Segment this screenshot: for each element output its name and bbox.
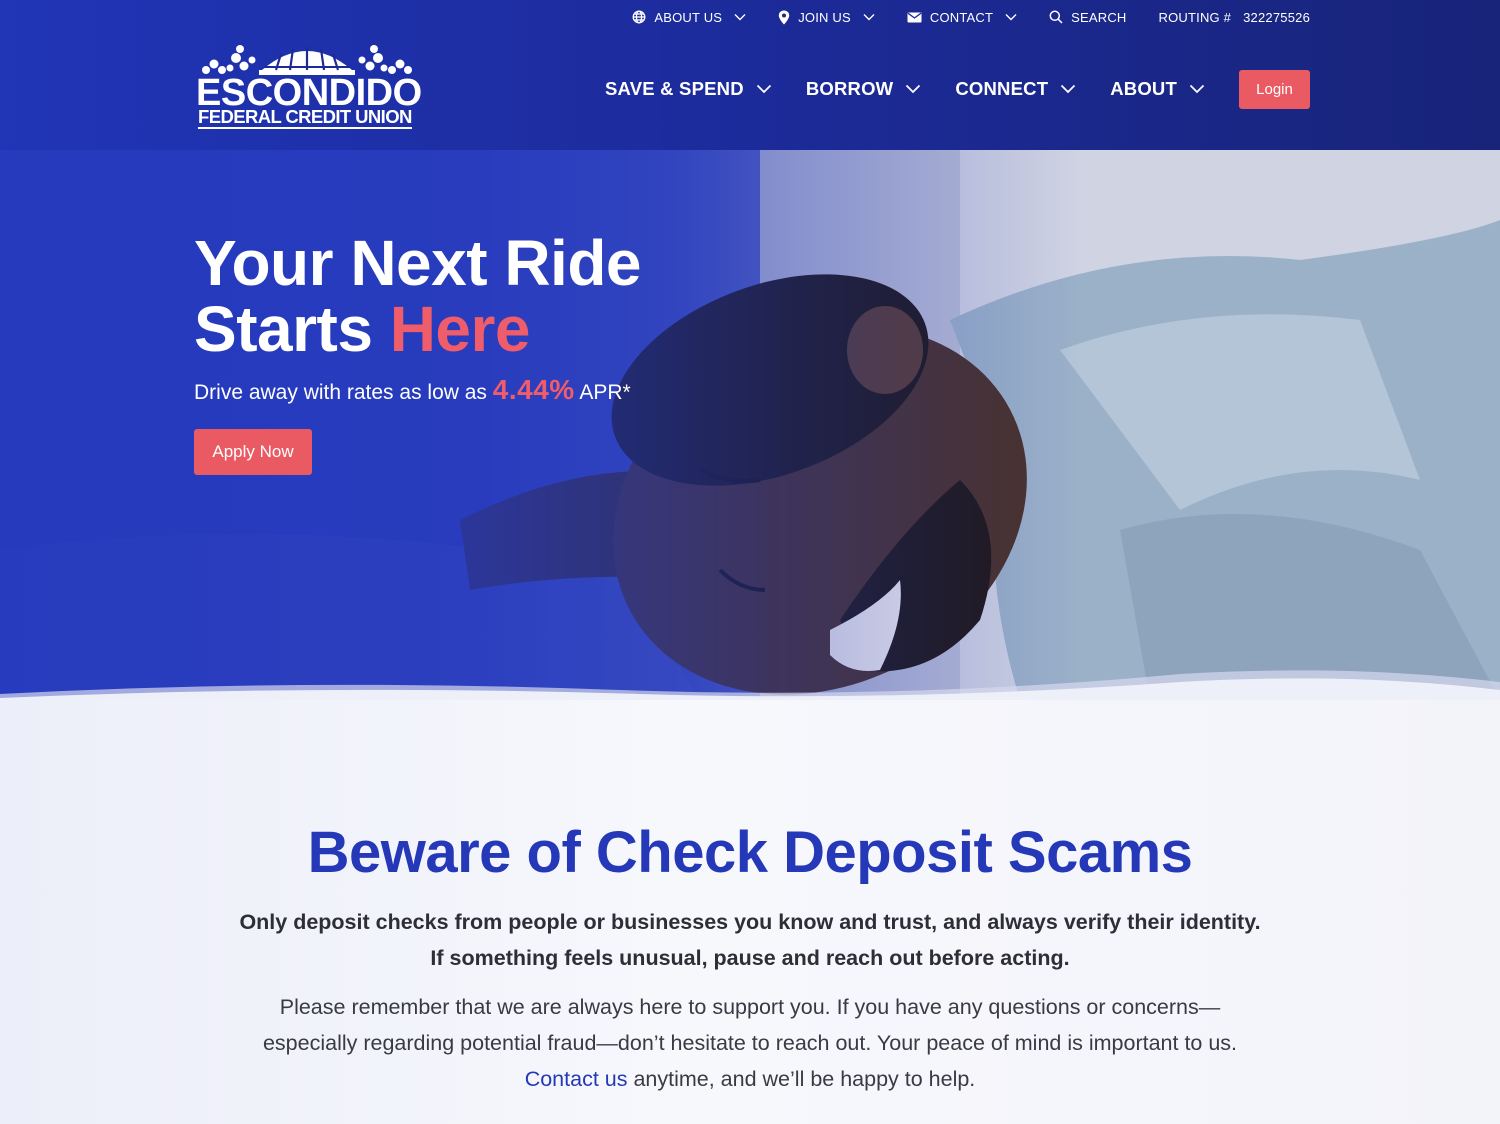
chevron-down-icon: [863, 14, 875, 21]
hero-wave-divider: [0, 670, 1500, 700]
notice-body: Please remember that we are always here …: [150, 989, 1350, 1097]
site-logo[interactable]: ESCONDIDO FEDERAL CREDIT UNION: [196, 40, 422, 132]
nav-about-label: ABOUT: [1110, 78, 1177, 99]
scam-notice-section: Beware of Check Deposit Scams Only depos…: [0, 700, 1500, 1124]
nav-connect-label: CONNECT: [955, 78, 1049, 99]
hero-rate: 4.44%: [492, 374, 575, 405]
routing-label: ROUTING #: [1158, 9, 1232, 25]
notice-body-line1: Please remember that we are always here …: [279, 995, 1221, 1019]
nav-borrow[interactable]: BORROW: [806, 78, 922, 100]
nav-about[interactable]: ABOUT: [1110, 78, 1205, 100]
utility-search-label: SEARCH: [1071, 9, 1127, 25]
hero-title-line1: Your Next Ride: [194, 227, 642, 299]
nav-save-spend-label: SAVE & SPEND: [605, 78, 744, 99]
routing-number: 322275526: [1243, 9, 1310, 25]
nav-save-spend[interactable]: SAVE & SPEND: [605, 78, 772, 100]
utility-contact-label: CONTACT: [929, 9, 994, 25]
utility-contact[interactable]: CONTACT: [907, 10, 1017, 25]
hero-title-accent: Here: [389, 293, 531, 365]
notice-body-line2: especially regarding potential fraud—don…: [262, 1031, 1238, 1055]
nav-connect[interactable]: CONNECT: [955, 78, 1076, 100]
utility-join-us[interactable]: JOIN US: [778, 10, 875, 25]
utility-nav: ABOUT US JOIN US CONTACT SEARCH ROUTING …: [632, 7, 1310, 27]
notice-heading: Beware of Check Deposit Scams: [307, 820, 1193, 885]
notice-body-line3-text: anytime, and we’ll be happy to help.: [627, 1067, 976, 1091]
apply-now-button[interactable]: Apply Now: [194, 429, 312, 475]
hero-subtitle-text: Drive away with rates as low as: [194, 381, 493, 404]
main-nav: SAVE & SPEND BORROW CONNECT ABOUT Login: [605, 69, 1310, 109]
hero-title-line2-start: Starts: [194, 293, 390, 365]
notice-lead-line2: If something feels unusual, pause and re…: [430, 946, 1070, 970]
hero-title-line2: Starts Here: [194, 296, 754, 362]
envelope-icon: [907, 12, 922, 22]
chevron-down-icon: [1061, 84, 1076, 94]
nav-borrow-label: BORROW: [805, 78, 894, 99]
contact-us-link[interactable]: Contact us: [525, 1067, 628, 1091]
utility-join-us-label: JOIN US: [798, 9, 851, 25]
logo-subtitle: FEDERAL CREDIT UNION: [198, 106, 412, 129]
chevron-down-icon: [734, 14, 746, 21]
site-header: ABOUT US JOIN US CONTACT SEARCH ROUTING …: [0, 0, 1500, 150]
notice-body-line3: Contact us anytime, and we’ll be happy t…: [150, 1061, 1350, 1097]
notice-lead: Only deposit checks from people or busin…: [150, 904, 1350, 976]
chevron-down-icon: [906, 84, 921, 94]
chevron-down-icon: [1005, 14, 1017, 21]
login-button[interactable]: Login: [1239, 69, 1310, 109]
hero-title: Your Next Ride Starts Here: [194, 230, 754, 362]
search-icon: [1049, 10, 1063, 24]
routing-info: ROUTING # 322275526: [1159, 10, 1310, 25]
globe-icon: [632, 10, 646, 24]
hero-apr: APR*: [574, 381, 631, 404]
utility-about-us[interactable]: ABOUT US: [632, 10, 746, 25]
chevron-down-icon: [1189, 84, 1205, 94]
utility-about-us-label: ABOUT US: [654, 9, 723, 25]
hero-subtitle: Drive away with rates as low as 4.44% AP…: [194, 374, 631, 406]
hero-banner: Your Next Ride Starts Here Drive away wi…: [0, 150, 1500, 700]
location-pin-icon: [778, 10, 790, 24]
notice-lead-line1: Only deposit checks from people or busin…: [239, 910, 1261, 934]
utility-search[interactable]: SEARCH: [1049, 10, 1126, 25]
chevron-down-icon: [756, 84, 771, 94]
